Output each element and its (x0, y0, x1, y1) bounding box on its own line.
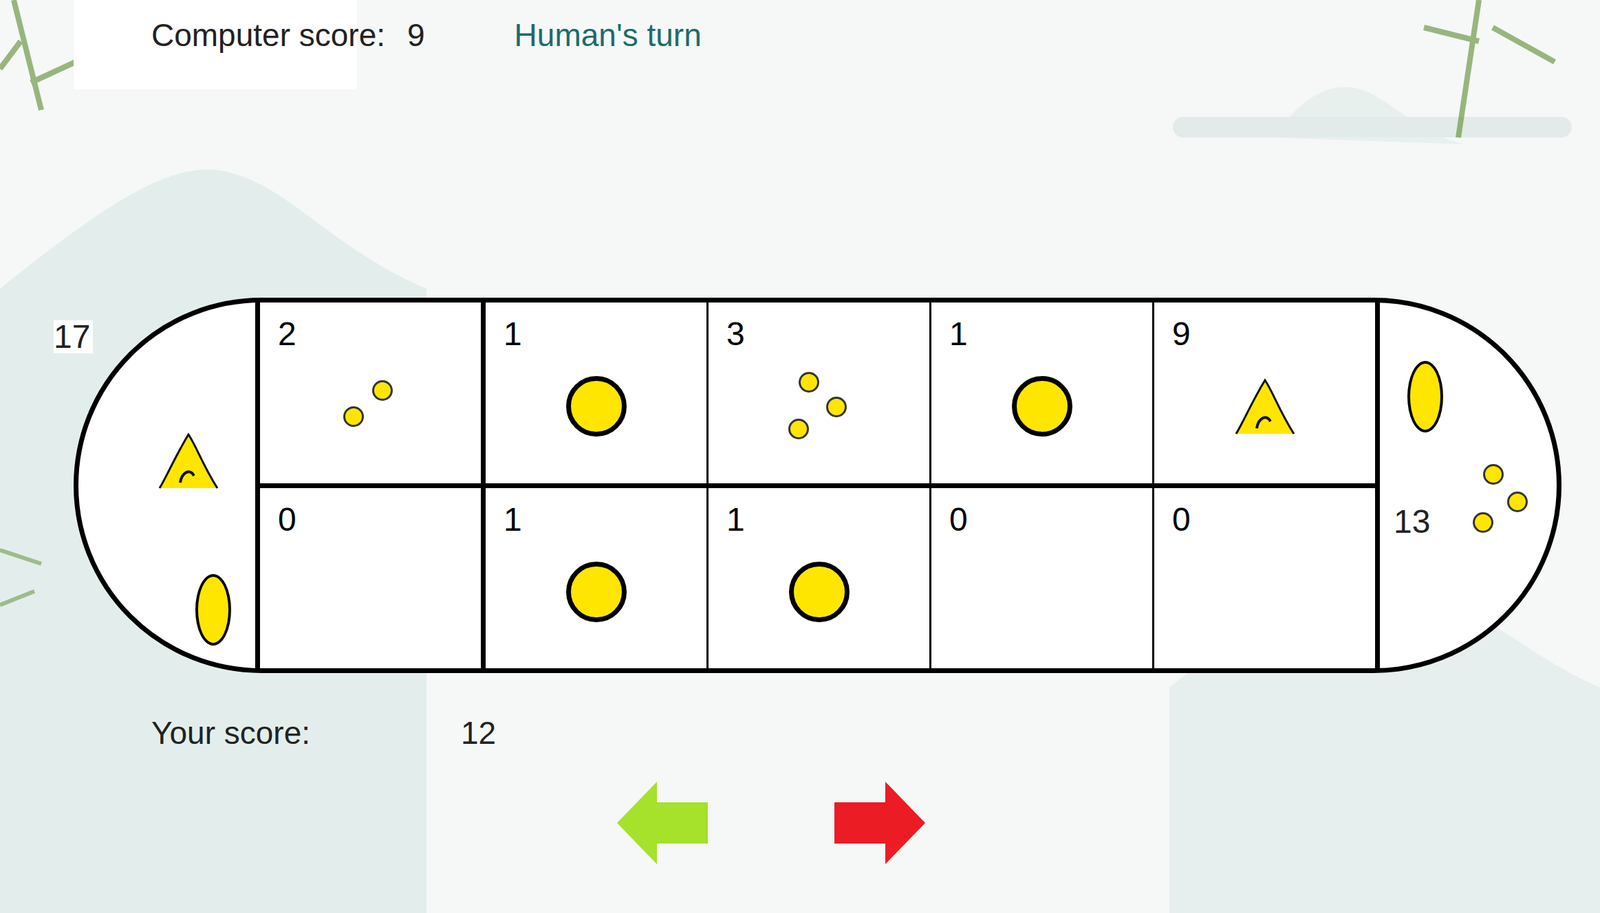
pit-cell[interactable]: 1 (706, 488, 930, 670)
human-score: Your score:12 (0, 717, 1600, 750)
mound-icon (154, 426, 223, 496)
pit-count: 1 (485, 302, 707, 351)
dot-icon (372, 380, 393, 402)
dot-icon (826, 396, 847, 418)
turn-indicator: Human's turn (514, 19, 702, 51)
dot-icon (1507, 491, 1528, 513)
computer-row: 21319 (260, 302, 1376, 489)
stone-icon (788, 561, 850, 623)
pit-count: 1 (931, 302, 1153, 351)
pit-cell[interactable]: 0 (929, 488, 1153, 670)
right-arrow-icon[interactable] (834, 782, 926, 865)
pit-count: 1 (708, 488, 930, 537)
pit-cell[interactable]: 2 (260, 302, 481, 484)
board: 17213190110013 (73, 297, 1562, 674)
dot-icon (788, 418, 809, 440)
dot-icon (1472, 512, 1494, 534)
computer-score-value: 9 (407, 19, 426, 51)
pit-count: 0 (931, 488, 1153, 537)
pit-count: 3 (708, 302, 930, 351)
left-arrow-button[interactable] (617, 782, 708, 865)
left-store (78, 302, 261, 669)
dot-icon (798, 372, 820, 393)
game-screen: Computer score:9Human's turn172131901100… (0, 0, 1600, 913)
human-row: 01100 (260, 488, 1376, 670)
pit-count: 9 (1154, 302, 1376, 351)
dot-icon (343, 406, 364, 428)
pit-cell[interactable]: 1 (480, 302, 707, 484)
pit-cell[interactable]: 9 (1152, 302, 1376, 484)
mound-icon (1230, 372, 1300, 441)
human-score-label: Your score: (151, 717, 461, 750)
computer-score-label: Computer score: (151, 19, 386, 51)
right-store-count: 13 (1393, 505, 1431, 539)
top-bar: Computer score: 9 Human's turn (0, 0, 1600, 90)
right-store: 13 (1375, 302, 1557, 669)
left-store-count: 17 (53, 320, 93, 354)
pit-count: 0 (1154, 488, 1376, 537)
human-score-value: 12 (460, 717, 496, 750)
pit-cell[interactable]: 3 (706, 302, 930, 484)
pit-cell[interactable]: 0 (1152, 488, 1376, 670)
left-arrow-icon[interactable] (617, 782, 708, 865)
arrow-controls (0, 782, 1600, 865)
pit-count: 2 (260, 302, 481, 351)
pit-count: 0 (260, 488, 481, 537)
pit-cell[interactable]: 0 (260, 488, 481, 670)
pit-cell[interactable]: 1 (480, 488, 707, 670)
right-arrow-button[interactable] (834, 782, 926, 865)
stone-icon (1011, 376, 1073, 437)
stone-icon (566, 561, 627, 623)
dot-icon (1483, 464, 1504, 485)
pits: 2131901100 (260, 302, 1376, 669)
pit-cell[interactable]: 1 (929, 302, 1153, 484)
pit-count: 1 (485, 488, 707, 537)
oval-icon (1407, 361, 1444, 433)
stone-icon (566, 376, 627, 437)
oval-icon (195, 574, 232, 646)
